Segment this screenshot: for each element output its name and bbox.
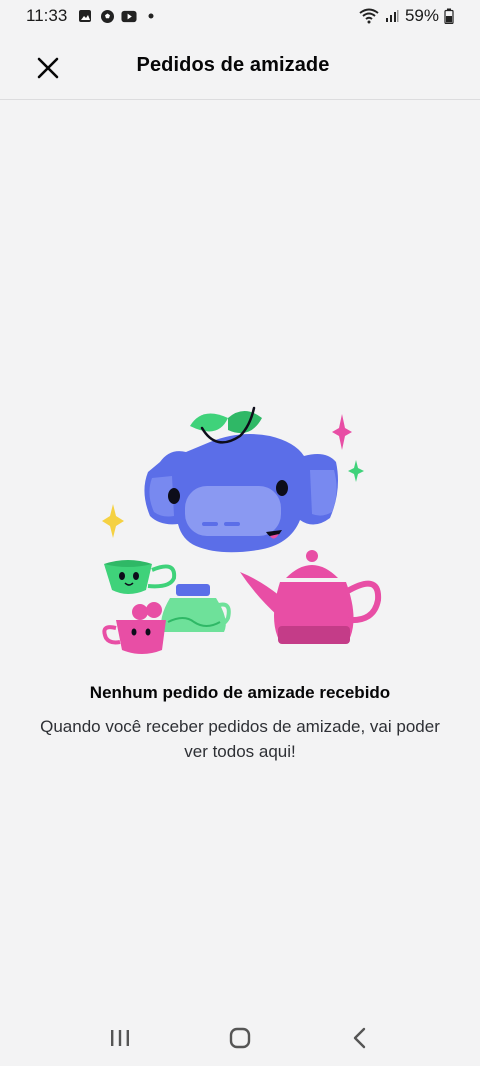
- back-icon: [353, 1027, 366, 1049]
- header: Pedidos de amizade: [0, 32, 480, 100]
- empty-state-title: Nenhum pedido de amizade recebido: [89, 683, 391, 702]
- status-bar: 11:33 59%: [0, 0, 480, 32]
- sparkle-yellow-icon: [102, 504, 124, 538]
- close-icon: [37, 57, 59, 79]
- status-left: 11:33: [26, 6, 159, 26]
- page-title: Pedidos de amizade: [136, 54, 330, 76]
- status-time: 11:33: [26, 6, 68, 25]
- wumpus-character: [144, 406, 338, 553]
- dot-icon: [143, 8, 159, 24]
- system-nav-bar: [0, 1010, 480, 1066]
- recent-apps-icon: [111, 1030, 129, 1046]
- sparkle-pink-icon: [332, 414, 352, 450]
- pink-teapot: [240, 550, 382, 644]
- gallery-icon: [77, 8, 93, 24]
- youtube-icon: [121, 8, 137, 24]
- soccer-ball-icon: [99, 8, 115, 24]
- battery-icon: [444, 8, 454, 24]
- wumpus-tea-party-illustration: [102, 406, 382, 654]
- home-icon: [229, 1027, 251, 1049]
- signal-icon: [384, 8, 400, 24]
- battery-percent: 59%: [404, 6, 439, 25]
- green-jar: [161, 584, 231, 632]
- green-teacup: [104, 560, 177, 594]
- back-button[interactable]: [340, 1018, 380, 1058]
- status-right: 59%: [359, 6, 454, 26]
- home-button[interactable]: [220, 1018, 260, 1058]
- recent-apps-button[interactable]: [100, 1018, 140, 1058]
- sparkle-green-icon: [348, 460, 364, 482]
- empty-state-description: Quando você receber pedidos de amizade, …: [40, 717, 440, 761]
- wifi-icon: [359, 8, 379, 24]
- close-button[interactable]: [30, 50, 66, 86]
- pink-creature-cup: [102, 602, 166, 654]
